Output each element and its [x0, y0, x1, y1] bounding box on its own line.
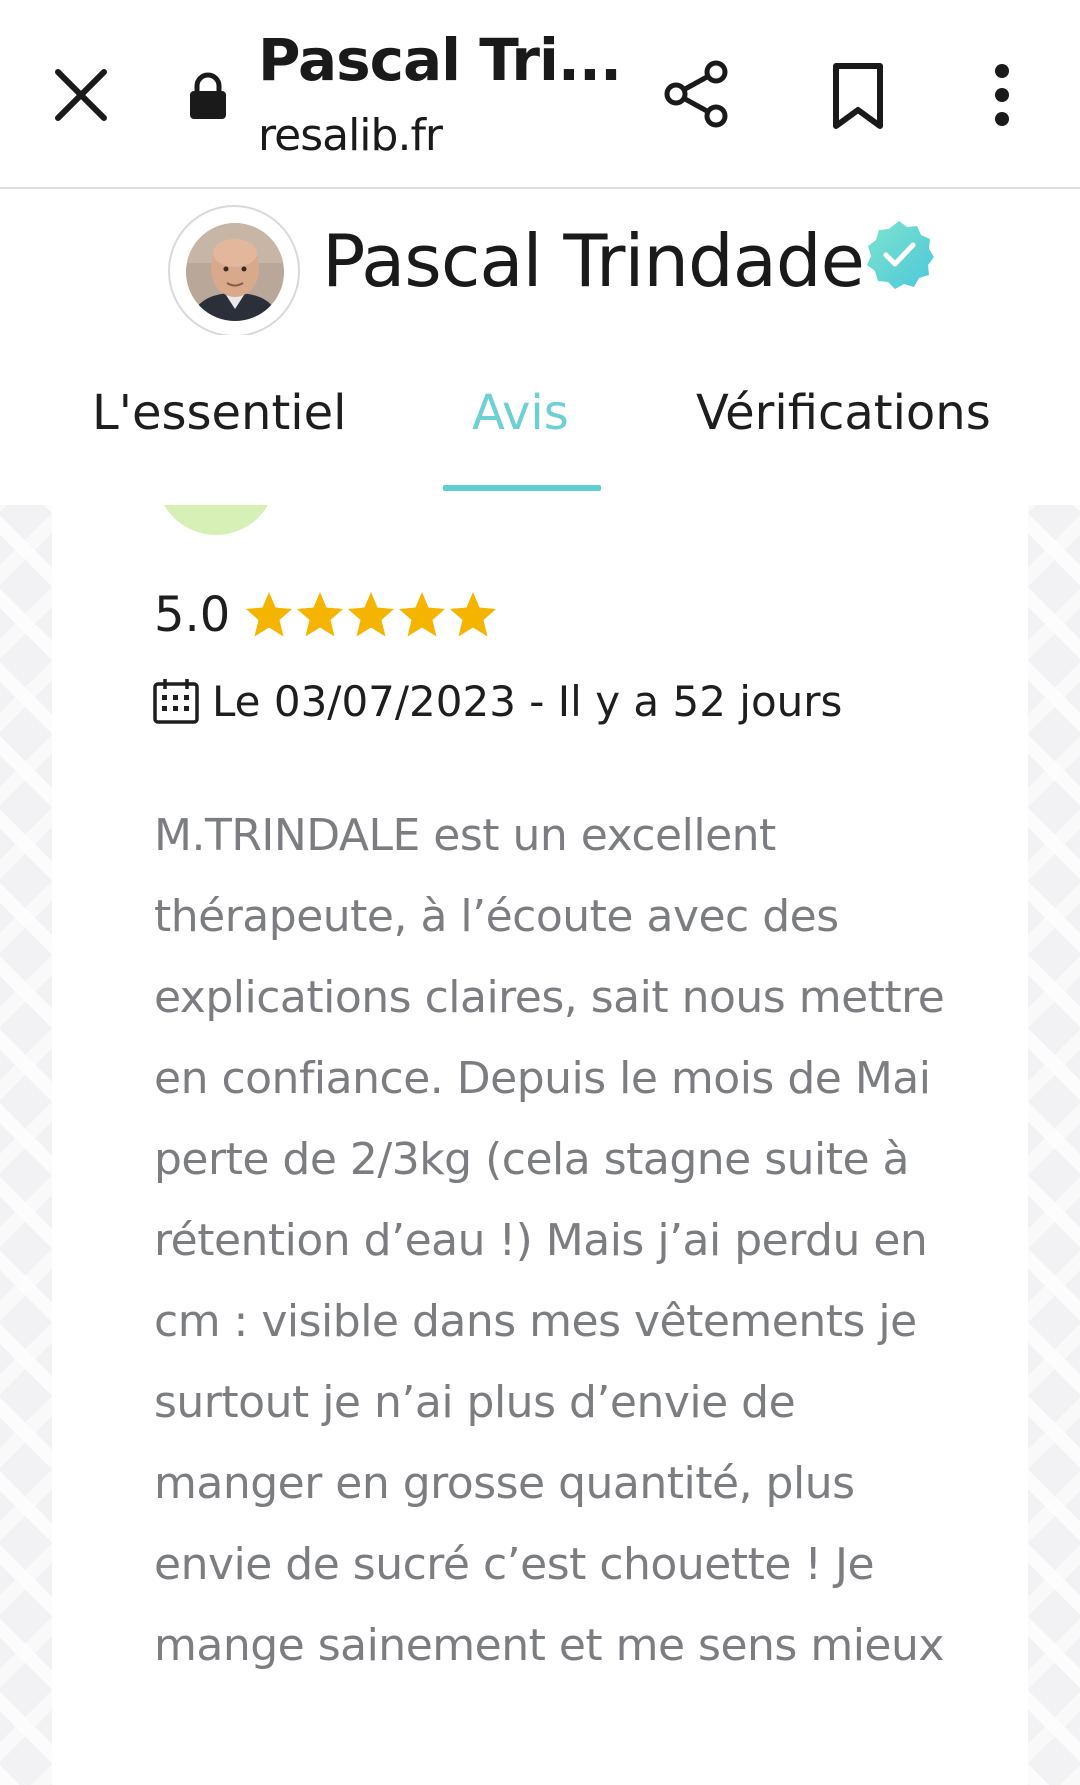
- more-vert-icon: [995, 64, 1009, 126]
- verified-badge-icon: [862, 217, 936, 291]
- close-button[interactable]: [50, 64, 112, 126]
- review-body: M.TRINDALE est un excellent thérapeute, …: [154, 810, 945, 1671]
- review-card: 5.0 Le 03/07/2023 - Il y a 52 jours M.TR…: [52, 505, 1028, 1785]
- close-icon: [55, 69, 107, 121]
- review-date: Le 03/07/2023 - Il y a 52 jours: [212, 676, 843, 726]
- active-tab-indicator: [443, 485, 601, 491]
- star-icon: [450, 592, 497, 637]
- tab-bar: L'essentiel Avis Vérifications: [0, 335, 1080, 505]
- reviewer-avatar: [156, 505, 276, 535]
- review-date-row: Le 03/07/2023 - Il y a 52 jours: [152, 671, 842, 731]
- tab-essentiel[interactable]: L'essentiel: [92, 385, 346, 441]
- rating-value: 5.0: [154, 587, 231, 643]
- calendar-icon: [153, 679, 199, 724]
- star-rating: [244, 590, 499, 640]
- bookmark-icon: [833, 63, 883, 129]
- tab-avis[interactable]: Avis: [472, 385, 569, 441]
- star-icon: [246, 592, 293, 637]
- practitioner-name: Pascal Trindade: [322, 219, 865, 303]
- browser-toolbar: Pascal Tri... resalib.fr: [0, 0, 1080, 189]
- lock-icon: [186, 72, 230, 120]
- share-button[interactable]: [660, 58, 732, 130]
- star-icon: [348, 592, 395, 637]
- rating-row: 5.0: [154, 585, 499, 645]
- bookmark-button[interactable]: [828, 62, 888, 130]
- avatar-photo: [186, 223, 284, 321]
- tab-verifications[interactable]: Vérifications: [696, 385, 991, 441]
- share-icon: [664, 60, 728, 128]
- avatar[interactable]: [168, 205, 300, 337]
- star-icon: [399, 592, 446, 637]
- more-options-button[interactable]: [984, 62, 1020, 128]
- star-icon: [297, 592, 344, 637]
- profile-header: Pascal Trindade: [0, 189, 1080, 337]
- page-domain[interactable]: resalib.fr: [258, 110, 443, 161]
- page-title[interactable]: Pascal Tri...: [258, 26, 622, 94]
